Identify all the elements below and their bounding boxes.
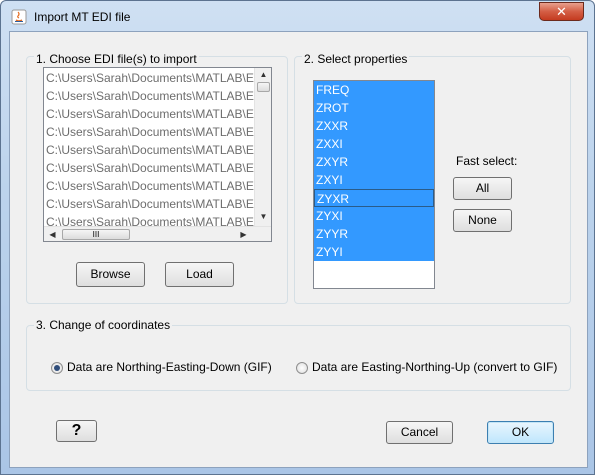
- title-bar[interactable]: Import MT EDI file ✕: [1, 1, 595, 31]
- file-list-item[interactable]: C:\Users\Sarah\Documents\MATLAB\E: [46, 159, 254, 177]
- java-app-icon: [11, 9, 27, 25]
- property-item-freq[interactable]: FREQ: [314, 81, 434, 99]
- close-icon: ✕: [556, 4, 567, 19]
- property-item-zyxr[interactable]: ZYXR: [314, 189, 434, 207]
- files-group-label: 1. Choose EDI file(s) to import: [34, 52, 199, 66]
- radio-selected-dot: [54, 365, 60, 371]
- fast-select-label: Fast select:: [456, 154, 518, 168]
- cancel-button[interactable]: Cancel: [386, 421, 453, 444]
- close-button[interactable]: ✕: [539, 2, 584, 21]
- file-list-item[interactable]: C:\Users\Sarah\Documents\MATLAB\E: [46, 123, 254, 141]
- file-list[interactable]: C:\Users\Sarah\Documents\MATLAB\E C:\User…: [43, 67, 272, 242]
- coordinates-group-label: 3. Change of coordinates: [34, 318, 173, 332]
- file-list-item[interactable]: C:\Users\Sarah\Documents\MATLAB\E: [46, 105, 254, 123]
- scroll-down-arrow-icon[interactable]: ▼: [257, 212, 270, 221]
- file-list-item[interactable]: C:\Users\Sarah\Documents\MATLAB\E: [46, 177, 254, 195]
- easting-northing-up-label[interactable]: Data are Easting-Northing-Up (convert to…: [312, 360, 557, 374]
- scroll-left-arrow-icon[interactable]: ◀: [46, 230, 59, 239]
- properties-list[interactable]: FREQ ZROT ZXXR ZXXI ZXYR ZXYI ZYXR ZYXI ZYYR ZYYI: [313, 80, 435, 289]
- select-none-button[interactable]: None: [453, 209, 512, 232]
- window-title: Import MT EDI file: [34, 10, 131, 24]
- property-item-zxxr[interactable]: ZXXR: [314, 117, 434, 135]
- load-button[interactable]: Load: [165, 262, 234, 287]
- file-list-item[interactable]: C:\Users\Sarah\Documents\MATLAB\E: [46, 69, 254, 87]
- properties-group-label: 2. Select properties: [302, 52, 410, 66]
- dialog-window: Import MT EDI file ✕ 1. Choose EDI file(…: [0, 0, 595, 475]
- scroll-right-arrow-icon[interactable]: ▶: [237, 230, 250, 239]
- property-item-zyyi[interactable]: ZYYI: [314, 243, 434, 261]
- hscroll-grip: III: [92, 230, 100, 239]
- select-all-button[interactable]: All: [453, 177, 512, 200]
- file-list-vscrollbar[interactable]: ▲ ▼: [254, 68, 271, 226]
- vscroll-thumb[interactable]: [257, 82, 270, 92]
- property-item-zxyi[interactable]: ZXYI: [314, 171, 434, 189]
- coordinates-group: [26, 325, 571, 391]
- northing-easting-down-radio[interactable]: [51, 362, 63, 374]
- property-item-zxyr[interactable]: ZXYR: [314, 153, 434, 171]
- northing-easting-down-label[interactable]: Data are Northing-Easting-Down (GIF): [67, 360, 272, 374]
- ok-button[interactable]: OK: [487, 421, 554, 444]
- file-list-item[interactable]: C:\Users\Sarah\Documents\MATLAB\E: [46, 87, 254, 105]
- help-button[interactable]: ?: [56, 420, 97, 442]
- property-item-zyyr[interactable]: ZYYR: [314, 225, 434, 243]
- easting-northing-up-radio[interactable]: [296, 362, 308, 374]
- file-list-item[interactable]: C:\Users\Sarah\Documents\MATLAB\E: [46, 141, 254, 159]
- property-item-zyxi[interactable]: ZYXI: [314, 207, 434, 225]
- hscroll-thumb[interactable]: III: [62, 229, 130, 240]
- file-list-hscrollbar[interactable]: ◀ III ▶: [44, 226, 271, 241]
- property-item-zxxi[interactable]: ZXXI: [314, 135, 434, 153]
- file-list-item[interactable]: C:\Users\Sarah\Documents\MATLAB\E: [46, 195, 254, 213]
- browse-button[interactable]: Browse: [76, 262, 145, 287]
- dialog-content: 1. Choose EDI file(s) to import C:\Users…: [9, 31, 588, 468]
- scroll-up-arrow-icon[interactable]: ▲: [257, 70, 270, 79]
- property-item-zrot[interactable]: ZROT: [314, 99, 434, 117]
